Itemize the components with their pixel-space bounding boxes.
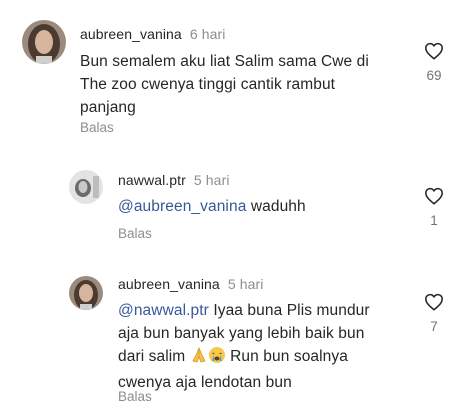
comment-fragment: Run bun soalnya <box>225 348 348 365</box>
comment-header: nawwal.ptr 5 hari <box>118 172 230 188</box>
crying-face-emoji <box>208 346 226 371</box>
like-control: 1 <box>419 187 449 228</box>
avatar[interactable] <box>69 170 103 204</box>
comment-line: The zoo cwenya tinggi cantik rambut <box>80 76 336 93</box>
comment-3: aubreen_vanina 5 hari @nawwal.ptr Iyaa bu… <box>0 255 468 420</box>
comment-2: nawwal.ptr 5 hari @aubreen_vanina waduhh … <box>0 150 468 255</box>
comment-line: @aubreen_vanina waduhh <box>118 195 306 218</box>
comment-fragment: dari salim <box>118 348 190 365</box>
heart-outline-icon[interactable] <box>424 293 444 311</box>
comment-text: @nawwal.ptr Iyaa buna Plis mundur aja bu… <box>118 299 370 394</box>
heart-outline-icon[interactable] <box>424 187 444 205</box>
like-count: 1 <box>430 213 438 228</box>
reply-button[interactable]: Balas <box>80 120 114 135</box>
avatar[interactable] <box>69 276 103 310</box>
comment-line: dari salim Run bun soalnya <box>118 345 370 371</box>
comment-fragment: Iyaa buna Plis mundur <box>208 302 370 319</box>
comment-text: @aubreen_vanina waduhh <box>118 195 306 218</box>
folded-hands-emoji <box>190 346 208 371</box>
reply-button[interactable]: Balas <box>118 226 152 241</box>
like-control: 7 <box>419 293 449 334</box>
like-control: 69 <box>419 42 449 83</box>
comment-line: @nawwal.ptr Iyaa buna Plis mundur <box>118 299 370 322</box>
comment-header: aubreen_vanina 6 hari <box>80 26 225 42</box>
mention-link[interactable]: @aubreen_vanina <box>118 198 246 215</box>
heart-outline-icon[interactable] <box>424 42 444 60</box>
username[interactable]: aubreen_vanina <box>80 26 182 42</box>
username[interactable]: aubreen_vanina <box>118 276 220 292</box>
comment-line: panjang <box>80 99 136 116</box>
timestamp: 5 hari <box>193 172 230 188</box>
comment-1: aubreen_vanina 6 hari Bun semalem aku lia… <box>0 0 468 150</box>
mention-link[interactable]: @nawwal.ptr <box>118 302 209 319</box>
like-count: 7 <box>430 319 438 334</box>
comment-header: aubreen_vanina 5 hari <box>118 276 263 292</box>
comment-text: Bun semalem aku liat Salim sama Cwe di T… <box>80 50 369 119</box>
avatar[interactable] <box>22 20 66 64</box>
username[interactable]: nawwal.ptr <box>118 172 186 188</box>
comment-line: cwenya aja lendotan bun <box>118 374 292 391</box>
reply-button[interactable]: Balas <box>118 389 152 404</box>
like-count: 69 <box>426 68 442 83</box>
comment-line: Bun semalem aku liat Salim sama Cwe di <box>80 53 369 70</box>
comment-fragment: waduhh <box>246 198 306 215</box>
timestamp: 6 hari <box>189 26 226 42</box>
comment-line: aja bun banyak yang lebih baik bun <box>118 325 365 342</box>
timestamp: 5 hari <box>227 276 264 292</box>
